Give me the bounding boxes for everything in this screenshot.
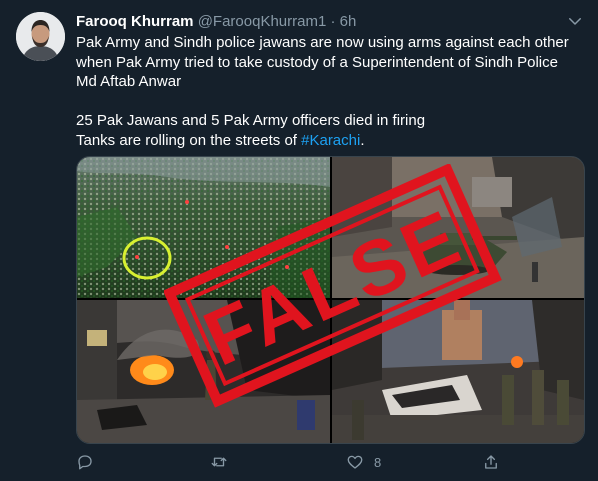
tweet-text-line-1: Pak Army and Sindh police jawans are now… <box>76 34 569 90</box>
tweet-text-line-3-prefix: Tanks are rolling on the streets of <box>76 131 302 149</box>
photo-tank-street[interactable] <box>332 157 584 298</box>
chevron-down-icon[interactable] <box>566 12 584 30</box>
avatar-image <box>16 12 65 61</box>
share-icon <box>485 455 497 469</box>
retweet-button[interactable] <box>210 452 228 472</box>
tweet-card[interactable]: Farooq Khurram @FarooqKhurram1 · 6h Pak … <box>0 0 598 481</box>
hashtag-link[interactable]: #Karachi <box>301 132 360 149</box>
heart-icon <box>347 455 363 469</box>
reply-button[interactable] <box>76 452 94 472</box>
photo-crowd[interactable] <box>77 157 330 298</box>
author-name[interactable]: Farooq Khurram <box>76 13 194 30</box>
retweet-icon <box>211 457 227 467</box>
avatar[interactable] <box>16 12 65 61</box>
tweet-text-line-3-suffix: . <box>360 131 365 149</box>
reply-icon <box>78 455 92 470</box>
like-count: 8 <box>374 454 382 470</box>
photo-fire-street[interactable] <box>77 300 330 443</box>
photo-soldiers-vehicle[interactable] <box>332 300 584 443</box>
separator: · <box>330 13 336 30</box>
media-grid[interactable] <box>76 156 585 444</box>
tweet-text: Pak Army and Sindh police jawans are now… <box>76 33 581 150</box>
tweet-header: Farooq Khurram @FarooqKhurram1 · 6h <box>76 12 584 32</box>
like-button[interactable]: 8 <box>346 452 381 472</box>
share-button[interactable] <box>482 452 500 472</box>
author-handle[interactable]: @FarooqKhurram1 <box>198 13 327 30</box>
timestamp[interactable]: 6h <box>340 13 357 30</box>
tweet-text-line-3: Tanks are rolling on the streets of #Kar… <box>76 131 581 151</box>
tweet-text-line-2: 25 Pak Jawans and 5 Pak Army officers di… <box>76 112 426 129</box>
tweet-actions: 8 <box>76 452 516 474</box>
